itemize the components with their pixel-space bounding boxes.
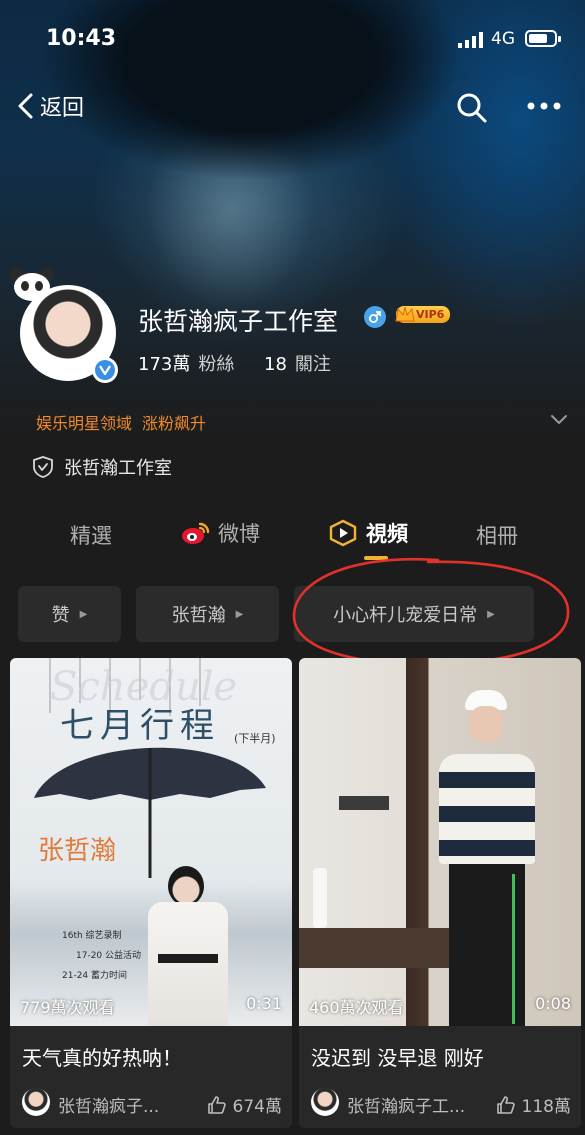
water-bottle xyxy=(313,868,327,928)
tab-featured[interactable]: 精選 xyxy=(70,520,112,550)
video-title[interactable]: 没迟到 没早退 刚好 xyxy=(311,1042,484,1071)
tab-weibo-label: 微博 xyxy=(218,522,260,546)
network-type: 4G xyxy=(491,29,515,49)
tab-videos-label: 視頻 xyxy=(366,522,408,546)
tab-albums[interactable]: 相冊 xyxy=(476,520,518,550)
filter-chip-label: 赞 xyxy=(51,605,70,626)
profile-name: 张哲瀚疯子工作室 xyxy=(138,307,339,336)
like-count: 674萬 xyxy=(232,1097,282,1117)
poster-name: 张哲瀚 xyxy=(38,836,117,866)
red-circle-annotation xyxy=(292,557,570,666)
shield-icon xyxy=(33,456,53,478)
wall-switch xyxy=(339,796,389,810)
chevron-left-icon xyxy=(18,93,33,119)
video-thumbnail[interactable]: Schedule 七月行程 (下半月) 张哲瀚 16th 综艺录制 17-20 … xyxy=(10,658,292,1026)
like-button[interactable]: 674萬 xyxy=(207,1092,282,1117)
tag-growth: 涨粉飙升 xyxy=(142,414,207,433)
like-button[interactable]: 118萬 xyxy=(496,1092,571,1117)
status-time: 10:43 xyxy=(46,26,117,51)
poster-schedule: 16th 综艺录制 17-20 公益活动 21-24 蓄力时间 xyxy=(62,931,142,981)
back-button[interactable]: 返回 xyxy=(14,90,84,122)
back-label: 返回 xyxy=(40,96,85,121)
verification-text: 张哲瀚工作室 xyxy=(64,458,172,479)
person-face xyxy=(469,706,503,742)
crown-icon xyxy=(395,306,415,322)
play-triangle-icon: ▶ xyxy=(79,608,88,620)
video-channel-icon xyxy=(329,519,357,547)
verified-badge-icon xyxy=(92,357,118,383)
verification-info[interactable]: 张哲瀚工作室 xyxy=(32,454,172,480)
following-stat[interactable]: 18 關注 xyxy=(264,350,331,376)
person-white-suit xyxy=(148,902,228,1026)
video-duration: 0:08 xyxy=(535,994,571,1013)
filter-chip-label: 张哲瀚 xyxy=(171,605,226,626)
author-name[interactable]: 张哲瀚疯子工... xyxy=(347,1092,465,1117)
tag-domain: 娱乐明星领域 xyxy=(36,414,133,433)
tab-weibo[interactable]: 微博 xyxy=(180,518,260,548)
person-head xyxy=(168,866,204,906)
view-count: 779萬次观看 xyxy=(20,998,115,1017)
search-icon[interactable] xyxy=(456,92,488,124)
desk xyxy=(299,928,449,968)
tab-videos[interactable]: 視頻 xyxy=(328,518,408,548)
vip-badge[interactable]: VIP6 xyxy=(395,306,451,323)
male-gender-icon xyxy=(364,306,386,328)
filter-chip-person[interactable]: 张哲瀚 ▶ xyxy=(136,586,279,642)
followers-count: 173萬 xyxy=(138,354,191,375)
like-count: 118萬 xyxy=(521,1097,571,1117)
weibo-icon xyxy=(182,522,210,544)
video-thumbnail[interactable] xyxy=(299,658,581,1026)
author-avatar[interactable] xyxy=(311,1088,339,1116)
battery-icon xyxy=(525,30,561,47)
signal-icon xyxy=(458,32,483,48)
following-count: 18 xyxy=(264,354,287,375)
black-pants xyxy=(449,864,525,1026)
filter-chip-likes[interactable]: 赞 ▶ xyxy=(18,586,121,642)
chevron-down-icon[interactable] xyxy=(550,414,568,426)
video-card[interactable]: 460萬次观看 0:08 没迟到 没早退 刚好 张哲瀚疯子工... 118萬 xyxy=(299,658,581,1128)
video-title[interactable]: 天气真的好热呐！ xyxy=(22,1042,182,1071)
followers-label: 粉絲 xyxy=(198,354,235,375)
video-duration: 0:31 xyxy=(246,994,282,1013)
author-avatar[interactable] xyxy=(22,1088,50,1116)
profile-tags[interactable]: 娱乐明星领域 涨粉飙升 xyxy=(36,410,206,434)
more-icon[interactable] xyxy=(526,100,562,112)
striped-shirt xyxy=(439,754,535,864)
following-label: 關注 xyxy=(294,354,331,375)
thumbs-up-icon xyxy=(207,1095,226,1114)
view-count: 460萬次观看 xyxy=(309,998,404,1017)
followers-stat[interactable]: 173萬 粉絲 xyxy=(138,350,234,376)
video-card[interactable]: Schedule 七月行程 (下半月) 张哲瀚 16th 综艺录制 17-20 … xyxy=(10,658,292,1128)
thumbs-up-icon xyxy=(496,1095,515,1114)
author-name[interactable]: 张哲瀚疯子... xyxy=(58,1092,159,1117)
play-triangle-icon: ▶ xyxy=(235,608,244,620)
